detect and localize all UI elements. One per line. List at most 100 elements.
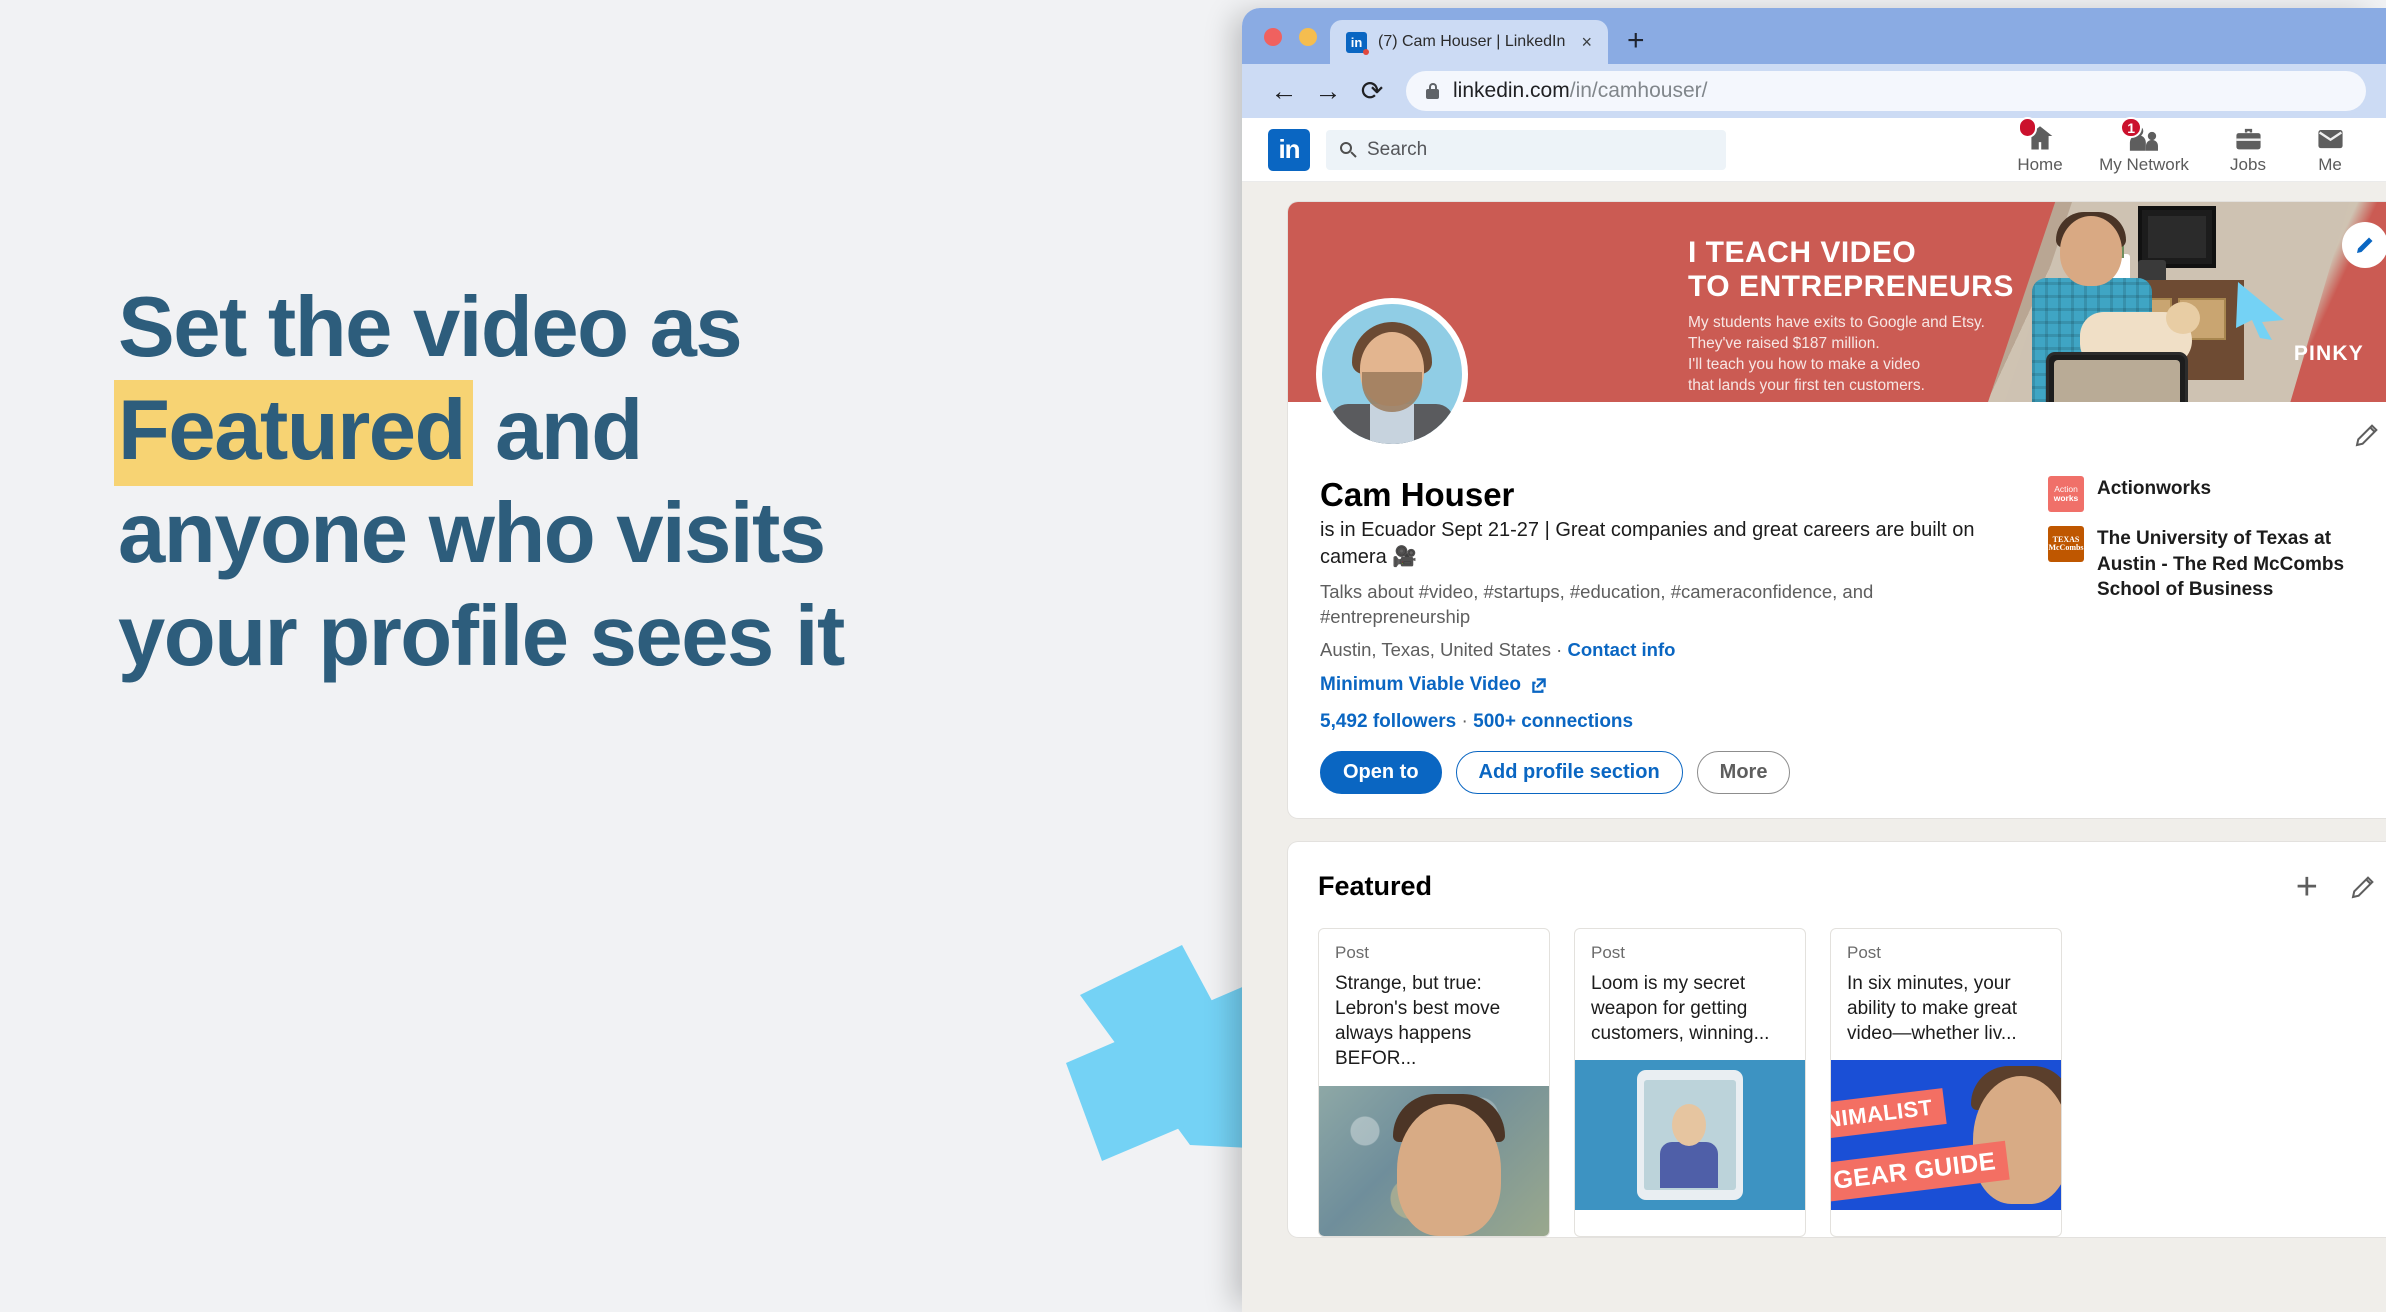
profile-stats: 5,492 followers · 500+ connections <box>1320 710 1634 732</box>
open-to-button[interactable]: Open to <box>1320 750 1442 794</box>
nav-label-home: Home <box>2017 155 2063 174</box>
profile-card: I TEACH VIDEO TO ENTREPRENEURS My studen… <box>1288 202 2386 818</box>
featured-item-thumbnail <box>1575 1060 1805 1211</box>
banner-photo <box>1988 202 2386 402</box>
headline-line-3: anyone who visits <box>118 486 826 581</box>
profile-experience-list: Action works Actionworks TEXAS McCombs T… <box>2048 476 2376 794</box>
banner-headline-1: I TEACH VIDEO <box>1688 236 1917 269</box>
add-profile-section-button[interactable]: Add profile section <box>1455 750 1683 794</box>
url-path: /in/camhouser/ <box>1569 79 1708 102</box>
banner-text-block: I TEACH VIDEO TO ENTREPRENEURS My studen… <box>1688 236 2014 396</box>
headline-line-4: your profile sees it <box>118 589 845 684</box>
search-placeholder: Search <box>1367 138 1428 160</box>
profile-talks-about: Talks about #video, #startups, #educatio… <box>1320 580 1874 627</box>
ut-mccombs-logo-icon: TEXAS McCombs <box>2048 526 2084 562</box>
profile-headline: is in Ecuador Sept 21-27 | Great compani… <box>1320 518 1975 568</box>
nav-label-my-network: My Network <box>2099 155 2189 174</box>
forward-arrow-icon[interactable]: → <box>1306 69 1350 113</box>
profile-details: Cam Houser is in Ecuador Sept 21-27 | Gr… <box>1288 402 2386 818</box>
cursor-arrow-icon <box>2236 282 2284 340</box>
banner-cat-label: PINKY <box>2293 342 2364 365</box>
featured-item-thumbnail: NIMALIST GEAR GUIDE <box>1831 1060 2061 1211</box>
experience-company-name: Actionworks <box>2097 478 2212 499</box>
add-featured-icon[interactable]: + <box>2296 868 2318 906</box>
search-input[interactable]: Search <box>1326 129 1726 170</box>
url-domain: linkedin.com <box>1453 79 1570 102</box>
featured-item[interactable]: Post Strange, but true: Lebron's best mo… <box>1318 927 1550 1237</box>
close-window-button[interactable] <box>1264 28 1282 46</box>
profile-location-row: Austin, Texas, United States · Contact i… <box>1320 638 1676 660</box>
address-bar[interactable]: linkedin.com/in/camhouser/ <box>1406 71 2366 111</box>
nav-items: Home 1 My Network Jobs Me <box>1988 117 2360 177</box>
address-bar-url: linkedin.com/in/camhouser/ <box>1453 79 1707 103</box>
browser-titlebar: in (7) Cam Houser | LinkedIn × + <box>1242 8 2386 64</box>
reload-icon[interactable]: ⟳ <box>1350 69 1394 113</box>
banner-headline-2: TO ENTREPRENEURS <box>1688 269 2014 303</box>
nav-item-me[interactable]: Me <box>2300 122 2360 175</box>
featured-item-text: In six minutes, your ability to make gre… <box>1847 972 2018 1045</box>
nav-item-jobs[interactable]: Jobs <box>2196 122 2300 175</box>
featured-item-type: Post <box>1847 942 1882 962</box>
browser-tab-title: (7) Cam Houser | LinkedIn <box>1378 33 1566 50</box>
linkedin-global-nav: in Search Home 1 My Network Jobs Me <box>1242 117 2386 182</box>
featured-section-title: Featured <box>1318 871 1433 901</box>
featured-item-type: Post <box>1591 942 1626 962</box>
edit-featured-icon[interactable] <box>2348 872 2378 902</box>
actionworks-logo-icon: Action works <box>2048 476 2084 512</box>
headline-line-1: Set the video as <box>118 280 743 375</box>
experience-item-school[interactable]: TEXAS McCombs The University of Texas at… <box>2048 526 2376 603</box>
featured-header: Featured + <box>1288 842 2386 906</box>
thumbnail-overlay-text-2: GEAR GUIDE <box>1831 1141 2011 1203</box>
featured-actions: + <box>2296 868 2378 906</box>
featured-card: Featured + Post Strange, but true: Lebro… <box>1288 841 2386 1237</box>
website-link-label: Minimum Viable Video <box>1320 673 1521 695</box>
home-icon <box>2018 117 2055 152</box>
nav-item-my-network[interactable]: 1 My Network <box>2092 117 2196 175</box>
edit-banner-button[interactable] <box>2342 222 2386 268</box>
briefcase-icon <box>2234 122 2263 152</box>
slide-canvas: Set the video as Featured and anyone who… <box>0 0 2386 1312</box>
page-title: Cam Houser <box>1320 476 1515 513</box>
linkedin-page-body: I TEACH VIDEO TO ENTREPRENEURS My studen… <box>1242 182 2386 1312</box>
close-tab-icon[interactable]: × <box>1577 33 1596 51</box>
new-tab-icon[interactable]: + <box>1627 26 1645 56</box>
headline-highlight: Featured <box>114 380 473 486</box>
profile-website-link[interactable]: Minimum Viable Video <box>1320 674 2020 696</box>
pencil-icon <box>2357 237 2373 253</box>
me-icon <box>2316 122 2345 152</box>
banner-sub-4: that lands your first ten customers. <box>1688 376 1925 394</box>
more-button[interactable]: More <box>1696 750 1791 794</box>
lock-icon <box>1426 83 1439 99</box>
edit-profile-icon[interactable] <box>2352 420 2382 450</box>
linkedin-logo-icon[interactable]: in <box>1268 128 1310 171</box>
contact-info-link[interactable]: Contact info <box>1568 639 1676 660</box>
profile-primary-info: Cam Houser is in Ecuador Sept 21-27 | Gr… <box>1320 476 2020 794</box>
my-network-badge: 1 <box>2120 117 2142 138</box>
headline-line-2: Featured and <box>114 380 1138 486</box>
featured-item-type: Post <box>1335 942 1370 962</box>
back-arrow-icon[interactable]: ← <box>1262 69 1306 113</box>
followers-count[interactable]: 5,492 followers <box>1320 711 1456 732</box>
banner-sub-3: I'll teach you how to make a video <box>1688 355 1921 373</box>
connections-count[interactable]: 500+ connections <box>1473 711 1633 732</box>
home-badge <box>2018 117 2037 138</box>
minimize-window-button[interactable] <box>1299 28 1317 46</box>
nav-label-me: Me <box>2318 155 2342 174</box>
featured-item[interactable]: Post In six minutes, your ability to mak… <box>1830 927 2062 1237</box>
experience-school-name: The University of Texas at Austin - The … <box>2097 528 2345 601</box>
avatar[interactable] <box>1316 298 1468 450</box>
external-link-icon <box>1532 677 1546 693</box>
experience-item-company[interactable]: Action works Actionworks <box>2048 476 2376 512</box>
slide-headline: Set the video as Featured and anyone who… <box>114 280 1138 697</box>
network-icon: 1 <box>2120 117 2160 152</box>
profile-location: Austin, Texas, United States <box>1320 638 1552 660</box>
banner-sub-1: My students have exits to Google and Ets… <box>1688 313 1985 331</box>
browser-toolbar: ← → ⟳ linkedin.com/in/camhouser/ <box>1242 64 2386 118</box>
linkedin-favicon: in <box>1346 31 1369 55</box>
featured-item[interactable]: Post Loom is my secret weapon for gettin… <box>1574 927 1806 1237</box>
headline-line-2-suffix: and <box>472 383 643 478</box>
nav-item-home[interactable]: Home <box>1988 117 2092 175</box>
browser-window: in (7) Cam Houser | LinkedIn × + ← → ⟳ l… <box>1242 8 2386 1312</box>
featured-items-grid: Post Strange, but true: Lebron's best mo… <box>1288 906 2386 1237</box>
browser-tab[interactable]: in (7) Cam Houser | LinkedIn × <box>1330 20 1608 64</box>
